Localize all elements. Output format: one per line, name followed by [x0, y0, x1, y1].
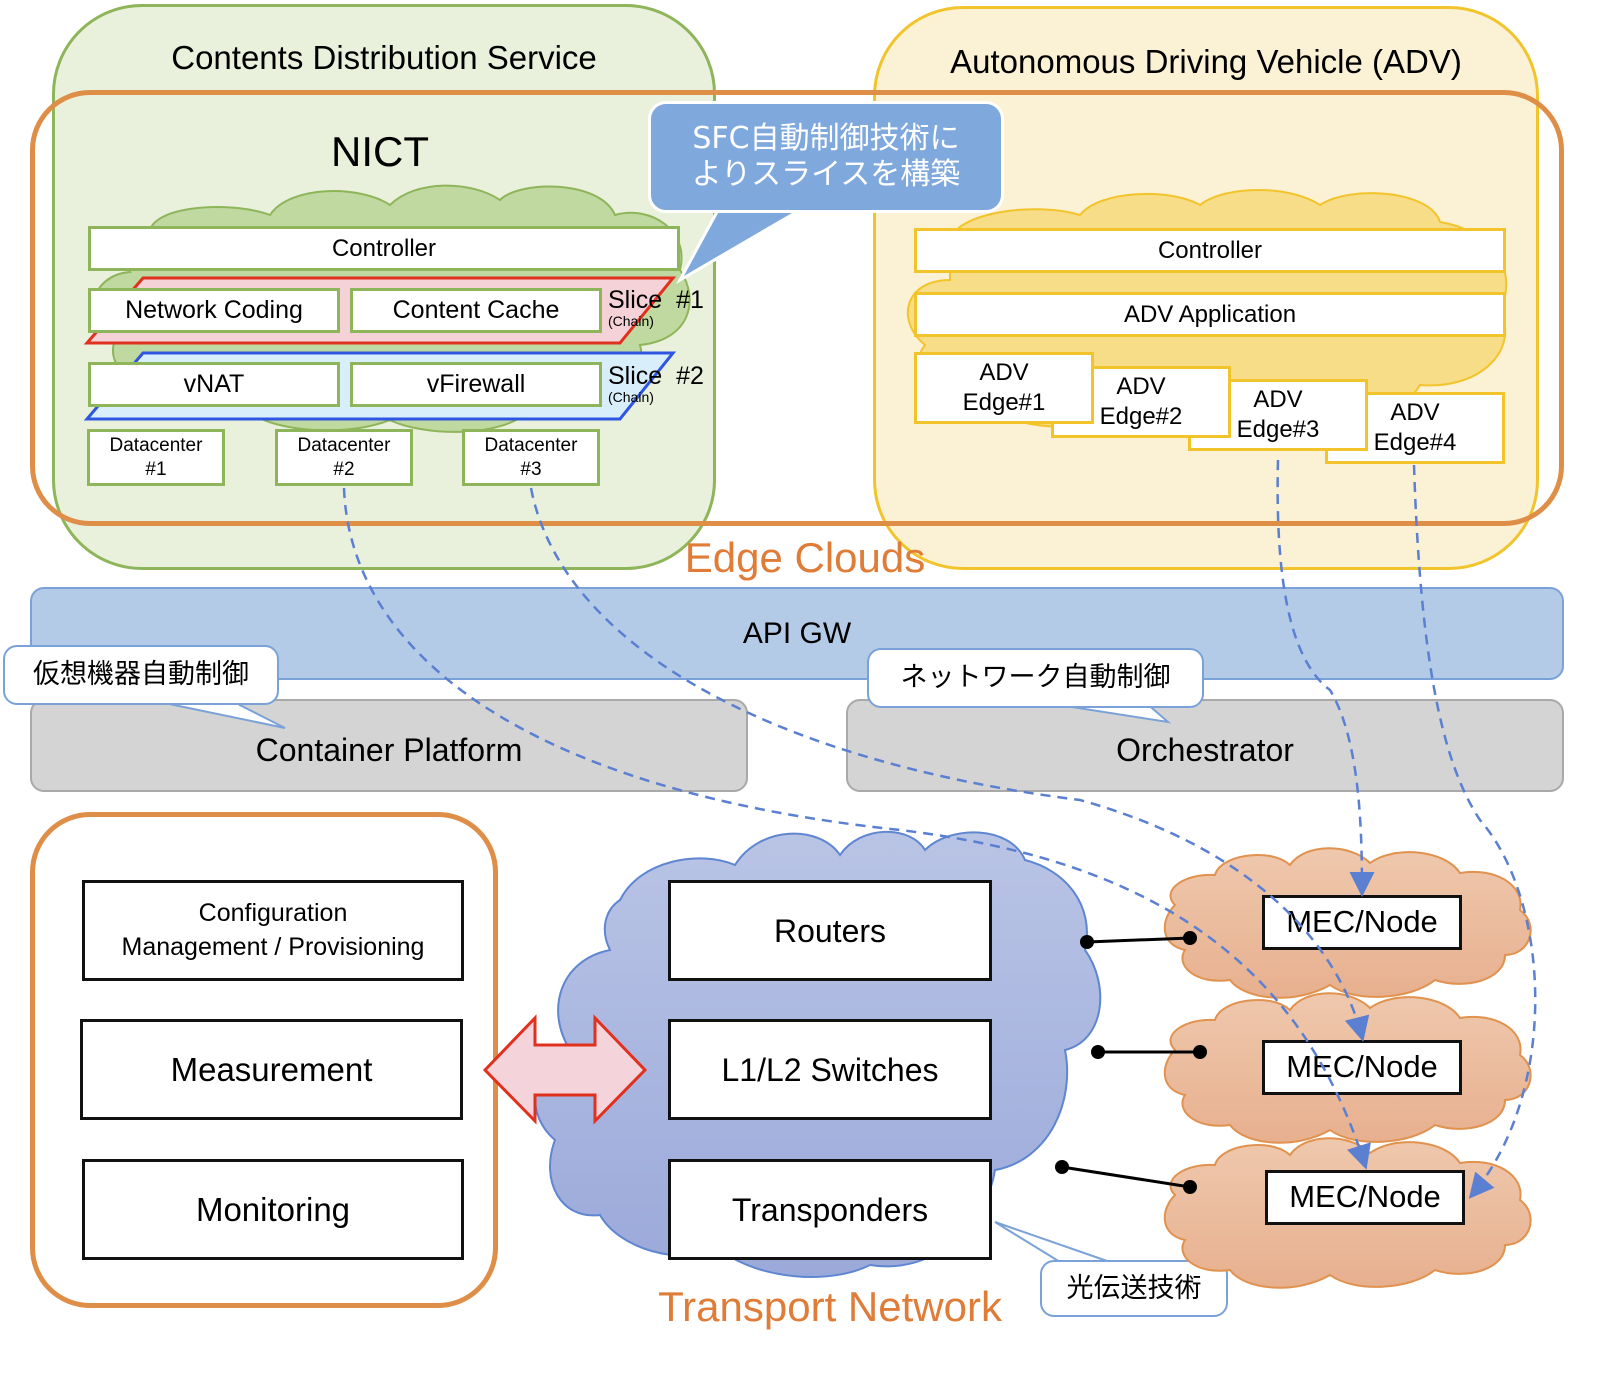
dashed-links [342, 459, 1537, 1199]
dc3-to-mec2-link [529, 487, 1370, 1042]
edge4-to-mec3-link [1412, 464, 1537, 1199]
edge3-to-mec1-link [1276, 459, 1375, 897]
dc2-to-mec3-link [342, 487, 1371, 1170]
